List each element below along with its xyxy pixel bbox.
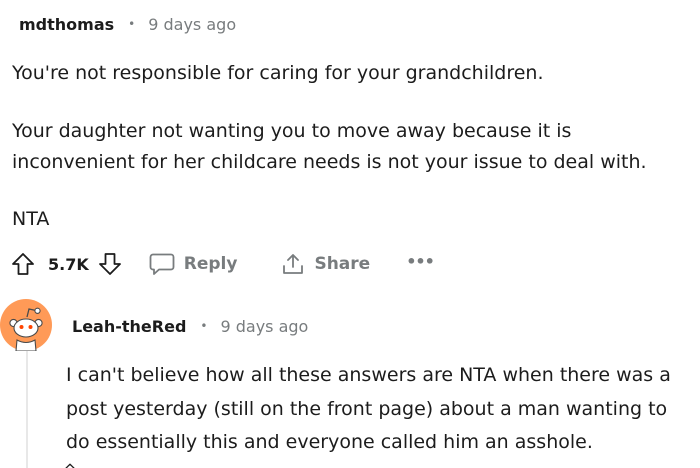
downvote-icon[interactable]	[97, 251, 123, 277]
reply-line-2: post yesterday (still on the front page)…	[66, 397, 668, 420]
comment-paragraph-3: NTA	[12, 208, 50, 230]
share-upload-icon	[281, 252, 305, 276]
comment-paragraph-2-line-2: inconvenient for her childcare needs is …	[12, 151, 647, 173]
comment-timestamp[interactable]: 9 days ago	[148, 15, 236, 34]
speech-bubble-icon	[149, 252, 175, 276]
meta-separator: •	[200, 319, 208, 333]
comment-author[interactable]: mdthomas	[19, 15, 114, 34]
upvote-icon[interactable]	[10, 251, 36, 277]
share-button[interactable]: Share	[281, 252, 370, 276]
vote-score: 5.7K	[48, 254, 89, 274]
comment-paragraph-2-line-1: Your daughter not wanting you to move aw…	[12, 120, 572, 142]
comment-paragraph-1: You're not responsible for caring for yo…	[12, 62, 544, 84]
comment-actions: 5.7K Reply Share •••	[10, 248, 435, 280]
reply-meta: Leah-theRed • 9 days ago	[72, 314, 308, 338]
reply-timestamp[interactable]: 9 days ago	[220, 317, 308, 336]
reply-button[interactable]: Reply	[149, 252, 238, 276]
reddit-snoo-avatar-icon[interactable]	[0, 299, 52, 352]
meta-separator: •	[128, 17, 136, 31]
more-options-button[interactable]: •••	[406, 252, 435, 271]
reply-label: Reply	[183, 254, 238, 274]
reply-author[interactable]: Leah-theRed	[72, 317, 186, 336]
share-label: Share	[314, 254, 371, 274]
thread-line[interactable]	[26, 348, 28, 468]
upvote-icon-partial[interactable]	[63, 462, 77, 468]
reply-line-1: I can't believe how all these answers ar…	[66, 364, 671, 386]
reply-line-3: do essentially this and everyone called …	[66, 431, 593, 453]
comment-meta: mdthomas • 9 days ago	[19, 12, 236, 36]
